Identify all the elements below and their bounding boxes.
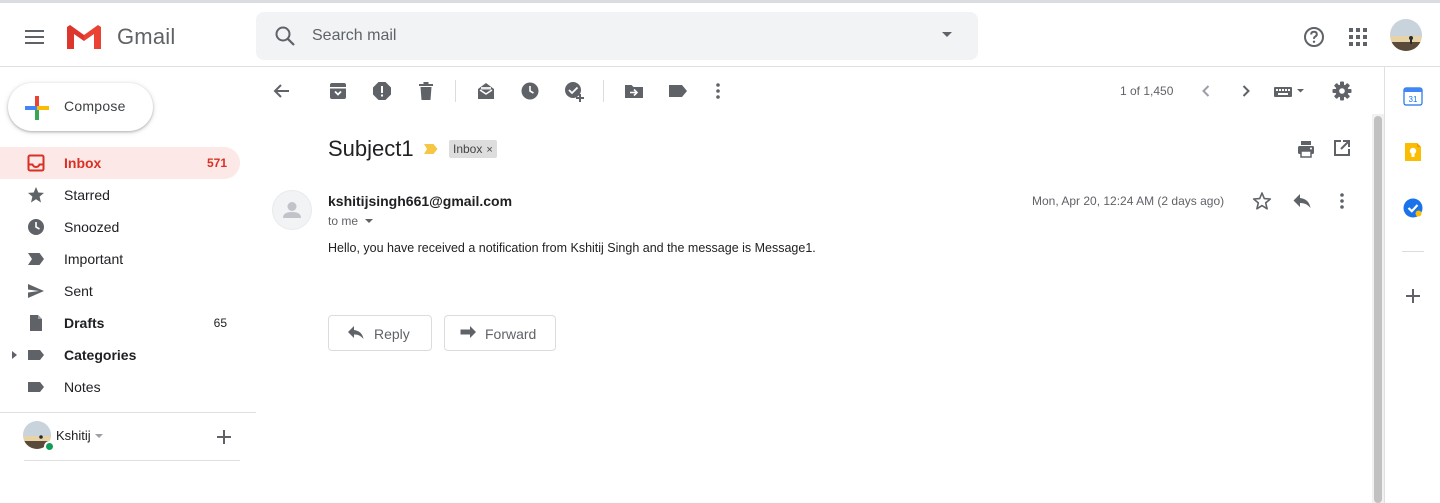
apps-icon[interactable] [1348,27,1368,47]
sidebar-item-snoozed[interactable]: Snoozed [0,211,240,243]
search-options-dropdown-icon[interactable] [942,32,952,37]
toolbar-divider [603,80,604,102]
move-to-icon[interactable] [624,81,644,101]
input-tools-icon[interactable] [1272,81,1308,101]
print-icon[interactable] [1296,139,1316,159]
back-icon[interactable] [272,81,292,101]
reply-button-label: Reply [374,326,410,342]
star-icon[interactable] [1252,191,1272,211]
help-icon[interactable] [1302,25,1326,49]
important-icon [27,250,45,268]
inbox-icon [27,154,45,172]
sidebar-item-label: Snoozed [64,219,120,235]
sidebar-item-label: Starred [64,187,110,203]
report-spam-icon[interactable] [372,81,392,101]
sender-email[interactable]: kshitijsingh661@gmail.com [328,193,512,209]
sidebar-item-important[interactable]: Important [0,243,240,275]
open-in-new-window-icon[interactable] [1333,139,1351,157]
important-marker-icon[interactable] [423,142,439,156]
sidebar-item-drafts[interactable]: Drafts 65 [0,307,240,339]
reply-icon[interactable] [1292,191,1312,211]
clock-icon [27,218,45,236]
search-bar[interactable] [256,12,978,60]
calendar-icon[interactable]: 31 [1403,86,1423,106]
recipient-summary[interactable]: to me [328,214,358,228]
expand-caret-icon[interactable] [12,351,17,359]
compose-plus-icon [24,95,50,121]
more-icon[interactable] [1332,191,1352,211]
pagination-text: 1 of 1,450 [1120,84,1174,98]
divider [24,460,240,461]
gmail-logo-icon[interactable] [65,23,103,51]
sidebar-item-label: Inbox [64,155,102,171]
forward-icon [459,325,477,341]
scrollbar-thumb[interactable] [1374,116,1382,503]
sidebar-item-categories[interactable]: Categories [0,339,240,371]
divider [0,412,256,413]
sidebar-item-notes[interactable]: Notes [0,371,240,403]
message-date: Mon, Apr 20, 12:24 AM (2 days ago) [1032,194,1225,208]
more-icon[interactable] [708,81,728,101]
forward-button-label: Forward [485,326,537,342]
label-chip-text: Inbox [453,142,483,156]
sidebar-item-inbox[interactable]: Inbox 571 [0,147,240,179]
side-panel-divider [1402,251,1424,252]
sidebar-item-sent[interactable]: Sent [0,275,240,307]
remove-label-icon[interactable]: × [486,144,492,156]
sidebar-item-label: Drafts [64,315,105,331]
draft-icon [27,314,45,332]
tasks-icon[interactable] [1403,198,1423,218]
snooze-icon[interactable] [520,81,540,101]
message-body: Hello, you have received a notification … [328,241,816,255]
newer-icon[interactable] [1196,81,1216,101]
search-input[interactable] [312,24,912,48]
send-icon [27,282,45,300]
app-title[interactable]: Gmail [117,24,175,50]
sidebar-item-label: Notes [64,379,101,395]
sidebar-item-label: Important [64,251,124,267]
calendar-day-text: 31 [1409,95,1418,104]
forward-button[interactable]: Forward [444,315,556,351]
older-icon[interactable] [1236,81,1256,101]
mark-unread-icon[interactable] [476,81,496,101]
sidebar-item-starred[interactable]: Starred [0,179,240,211]
reply-icon [347,325,365,341]
sender-avatar[interactable] [272,190,312,230]
add-to-tasks-icon[interactable] [564,81,586,103]
draft-count: 65 [213,316,227,330]
compose-button[interactable]: Compose [8,83,153,131]
keep-icon[interactable] [1403,142,1423,162]
chevron-down-icon[interactable] [95,434,103,438]
reply-button[interactable]: Reply [328,315,432,351]
label-icon [27,346,45,364]
top-bar: Gmail [0,0,1440,67]
archive-icon[interactable] [328,81,348,101]
sidebar-item-label: Categories [64,347,137,363]
label-icon [27,378,45,396]
compose-label: Compose [64,98,126,114]
account-avatar[interactable] [1390,19,1422,51]
labels-icon[interactable] [668,81,688,101]
delete-icon[interactable] [416,81,436,101]
unread-count: 571 [206,156,227,170]
show-details-icon[interactable] [365,219,373,223]
search-icon[interactable] [274,25,296,47]
online-status-indicator [44,441,55,452]
label-chip-inbox[interactable]: Inbox × [449,140,497,158]
settings-icon[interactable] [1332,81,1352,101]
hangouts-user-name[interactable]: Kshitij [56,428,91,443]
star-icon [27,186,45,204]
message-subject: Subject1 [328,136,414,161]
add-addon-icon[interactable] [1405,288,1421,304]
new-conversation-icon[interactable] [216,429,232,445]
sidebar-item-label: Sent [64,283,93,299]
side-panel-border [1384,67,1385,503]
menu-icon[interactable] [24,27,46,47]
toolbar-divider [455,80,456,102]
